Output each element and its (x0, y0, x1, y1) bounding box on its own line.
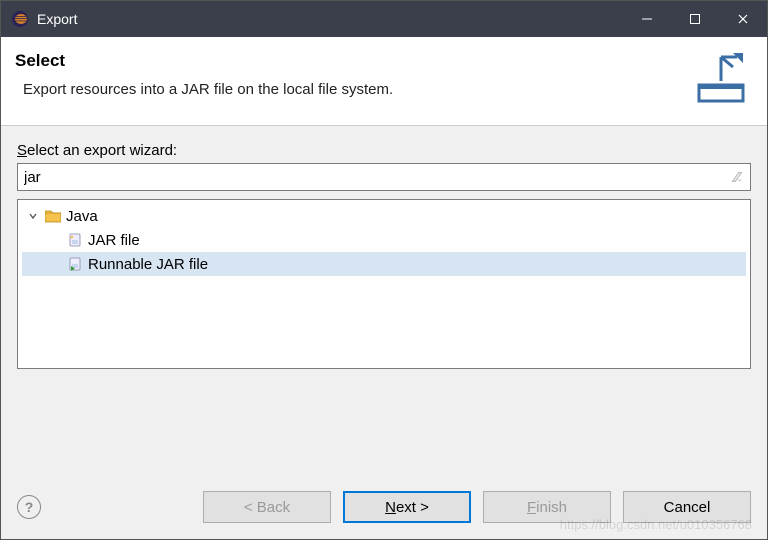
filter-input[interactable] (17, 163, 751, 191)
tree-node-java[interactable]: Java (22, 204, 746, 228)
chevron-down-icon[interactable] (26, 209, 40, 223)
tree-node-jar-file[interactable]: JAR file (22, 228, 746, 252)
tree-node-label: JAR file (88, 232, 140, 249)
minimize-button[interactable] (623, 1, 671, 37)
next-button[interactable]: Next > (343, 491, 471, 523)
eclipse-icon (11, 10, 29, 28)
export-dialog: Export Select Export resources into a JA… (0, 0, 768, 540)
export-icon (693, 51, 749, 107)
runnable-jar-icon (66, 255, 84, 273)
titlebar: Export (1, 1, 767, 37)
back-button: < Back (203, 491, 331, 523)
wizard-tree[interactable]: Java JAR file Runnable JAR file (17, 199, 751, 369)
jar-icon (66, 231, 84, 249)
wizard-title: Select (15, 51, 683, 71)
tree-node-runnable-jar-file[interactable]: Runnable JAR file (22, 252, 746, 276)
wizard-subtitle: Export resources into a JAR file on the … (23, 81, 683, 98)
tree-node-label: Java (66, 208, 98, 225)
maximize-button[interactable] (671, 1, 719, 37)
finish-button: Finish (483, 491, 611, 523)
window-title: Export (37, 11, 77, 27)
button-bar: ? < Back Next > Finish Cancel (1, 479, 767, 539)
filter-label: Select an export wizard: (17, 142, 751, 159)
close-button[interactable] (719, 1, 767, 37)
folder-icon (44, 207, 62, 225)
cancel-button[interactable]: Cancel (623, 491, 751, 523)
tree-node-label: Runnable JAR file (88, 256, 208, 273)
wizard-header: Select Export resources into a JAR file … (1, 37, 767, 126)
wizard-body: Select an export wizard: Java (1, 126, 767, 479)
clear-filter-icon[interactable] (729, 169, 745, 185)
help-icon[interactable]: ? (17, 495, 41, 519)
